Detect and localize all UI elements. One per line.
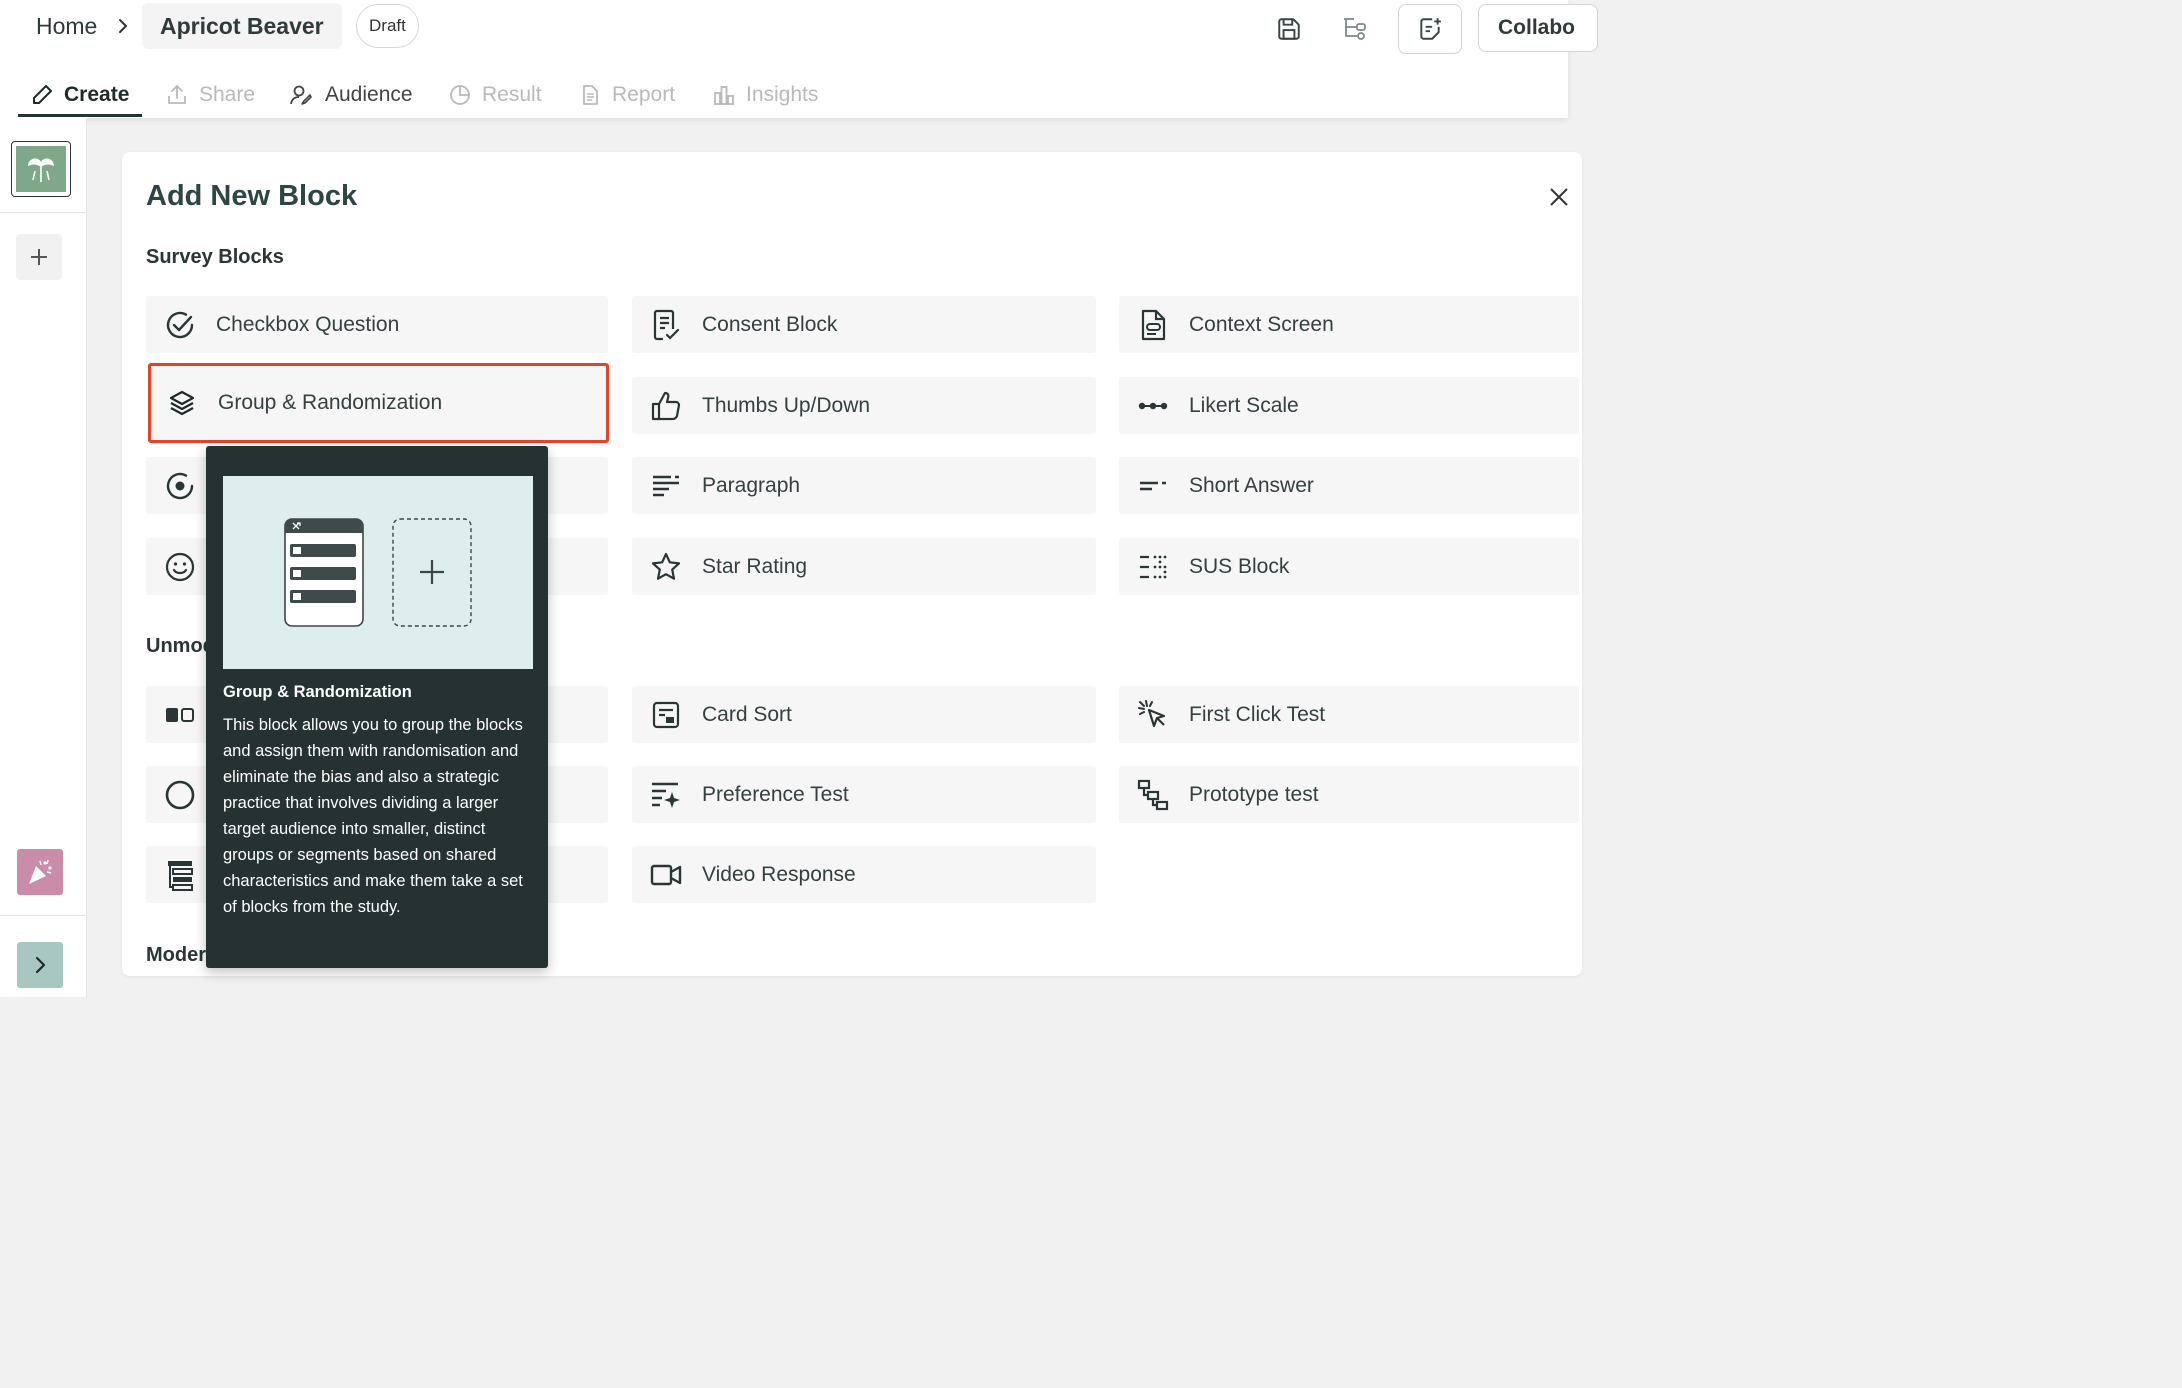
circle-icon xyxy=(162,777,198,813)
tab-insights-label: Insights xyxy=(746,83,819,106)
page-title: Add New Block xyxy=(146,180,358,212)
tab-report-label: Report xyxy=(612,83,676,106)
thumbs-up-icon xyxy=(648,388,684,424)
add-note-button[interactable] xyxy=(1398,4,1462,54)
block-star-rating[interactable]: Star Rating xyxy=(632,538,1096,595)
chevron-right-icon xyxy=(30,954,50,976)
likert-dots-icon xyxy=(1135,388,1171,424)
radio-circle-icon xyxy=(162,468,198,504)
block-first-click-test[interactable]: First Click Test xyxy=(1119,686,1579,743)
section-unmoderated: Unmod xyxy=(146,635,215,657)
block-video-response[interactable]: Video Response xyxy=(632,846,1096,903)
layers-icon xyxy=(164,385,200,421)
project-name[interactable]: Apricot Beaver xyxy=(142,3,342,49)
split-squares-icon xyxy=(162,697,198,733)
tab-audience[interactable]: Audience xyxy=(289,74,413,116)
block-prototype-test[interactable]: Prototype test xyxy=(1119,766,1579,823)
active-tab-indicator xyxy=(18,114,142,117)
tab-result-label: Result xyxy=(482,83,542,106)
star-icon xyxy=(648,549,684,585)
tab-create-label: Create xyxy=(64,83,130,106)
block-preference-test[interactable]: Preference Test xyxy=(632,766,1096,823)
paragraph-lines-icon xyxy=(648,468,684,504)
share-icon xyxy=(165,83,189,107)
block-card-sort[interactable]: Card Sort xyxy=(632,686,1096,743)
save-icon[interactable] xyxy=(1272,12,1306,46)
rail-divider xyxy=(0,212,86,213)
status-badge: Draft xyxy=(356,4,419,48)
breadcrumb-home[interactable]: Home xyxy=(36,10,97,42)
tab-report[interactable]: Report xyxy=(578,74,675,116)
rail-divider xyxy=(0,915,86,916)
end-screen-thumbnail[interactable] xyxy=(17,849,63,895)
block-short-answer[interactable]: Short Answer xyxy=(1119,457,1579,514)
tooltip-preview-image xyxy=(223,476,533,669)
pencil-icon xyxy=(30,83,54,107)
smiley-icon xyxy=(162,549,198,585)
tab-create[interactable]: Create xyxy=(30,74,129,116)
collaborate-button[interactable]: Collabo xyxy=(1478,4,1598,52)
tooltip-description: This block allows you to group the block… xyxy=(223,716,523,916)
block-paragraph[interactable]: Paragraph xyxy=(632,457,1096,514)
close-icon[interactable] xyxy=(1548,186,1570,208)
document-icon xyxy=(578,83,602,107)
add-block-button[interactable] xyxy=(16,234,62,280)
cursor-click-icon xyxy=(1135,697,1171,733)
tab-audience-label: Audience xyxy=(325,83,413,106)
expand-sidebar-button[interactable] xyxy=(17,942,63,988)
audience-icon xyxy=(289,83,315,107)
plus-icon xyxy=(29,247,49,267)
tooltip-title: Group & Randomization xyxy=(223,683,412,701)
block-consent[interactable]: Consent Block xyxy=(632,296,1096,353)
block-likert-scale[interactable]: Likert Scale xyxy=(1119,377,1579,434)
group-randomization-illustration-icon xyxy=(284,518,472,627)
note-plus-icon xyxy=(1417,16,1443,42)
tab-insights[interactable]: Insights xyxy=(712,74,818,116)
party-popper-icon xyxy=(25,857,55,887)
sus-list-icon xyxy=(1135,549,1171,585)
block-thumbnail[interactable] xyxy=(11,141,71,197)
tree-rows-icon xyxy=(162,857,198,893)
breadcrumb-chevron-icon xyxy=(116,12,132,40)
file-text-icon xyxy=(1135,307,1171,343)
checkbox-circle-icon xyxy=(162,307,198,343)
bar-chart-icon xyxy=(712,83,736,107)
section-moderated: Moder xyxy=(146,944,206,966)
flow-logic-icon[interactable] xyxy=(1338,12,1372,46)
welcome-illustration-icon xyxy=(16,146,66,192)
section-survey-blocks: Survey Blocks xyxy=(146,246,284,268)
tab-share-label: Share xyxy=(199,83,256,106)
block-context-screen[interactable]: Context Screen xyxy=(1119,296,1579,353)
card-sort-icon xyxy=(648,697,684,733)
block-thumbs-up-down[interactable]: Thumbs Up/Down xyxy=(632,377,1096,434)
short-answer-icon xyxy=(1135,468,1171,504)
tab-result[interactable]: Result xyxy=(448,74,542,116)
video-camera-icon xyxy=(648,857,684,893)
block-checkbox-question[interactable]: Checkbox Question xyxy=(146,296,608,353)
block-group-randomization[interactable]: Group & Randomization xyxy=(148,363,609,443)
prototype-flow-icon xyxy=(1135,777,1171,813)
tab-share[interactable]: Share xyxy=(165,74,255,116)
sparkle-lines-icon xyxy=(648,777,684,813)
consent-document-icon xyxy=(648,307,684,343)
pie-icon xyxy=(448,83,472,107)
block-sus[interactable]: SUS Block xyxy=(1119,538,1579,595)
